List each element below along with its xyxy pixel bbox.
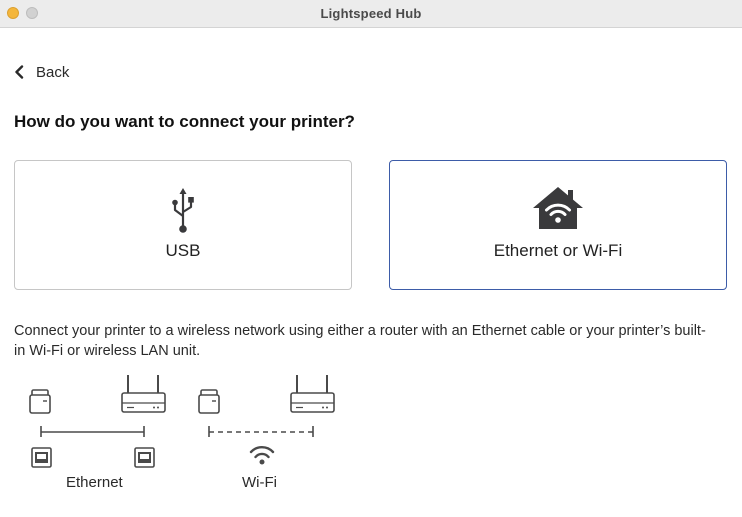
usb-option-label: USB <box>165 241 201 260</box>
title-bar: Lightspeed Hub <box>0 0 742 28</box>
connection-description: Connect your printer to a wireless netwo… <box>14 323 706 359</box>
back-label: Back <box>36 63 70 81</box>
ethernet-port-icon <box>31 447 52 468</box>
printer-icon <box>198 389 220 414</box>
page-title: How do you want to connect your printer? <box>14 112 355 131</box>
wifi-icon <box>249 446 275 465</box>
window-title: Lightspeed Hub <box>320 6 422 21</box>
router-icon <box>290 375 335 413</box>
home-wifi-icon <box>533 187 583 229</box>
back-button[interactable]: Back <box>14 62 69 82</box>
usb-option-card[interactable]: USB <box>14 160 352 290</box>
ethernet-wifi-option-label: Ethernet or Wi-Fi <box>493 241 623 260</box>
printer-icon <box>29 389 51 414</box>
usb-icon <box>172 188 194 233</box>
ethernet-label: Ethernet <box>66 474 123 491</box>
connection-diagram: Ethernet Wi-Fi <box>0 370 742 510</box>
ethernet-port-icon <box>134 447 155 468</box>
wifi-link-line <box>208 426 314 437</box>
wifi-label: Wi-Fi <box>242 474 277 491</box>
router-icon <box>121 375 166 413</box>
chevron-left-icon <box>15 65 24 79</box>
ethernet-cable-line <box>40 426 145 437</box>
ethernet-wifi-option-card[interactable]: Ethernet or Wi-Fi <box>389 160 727 290</box>
